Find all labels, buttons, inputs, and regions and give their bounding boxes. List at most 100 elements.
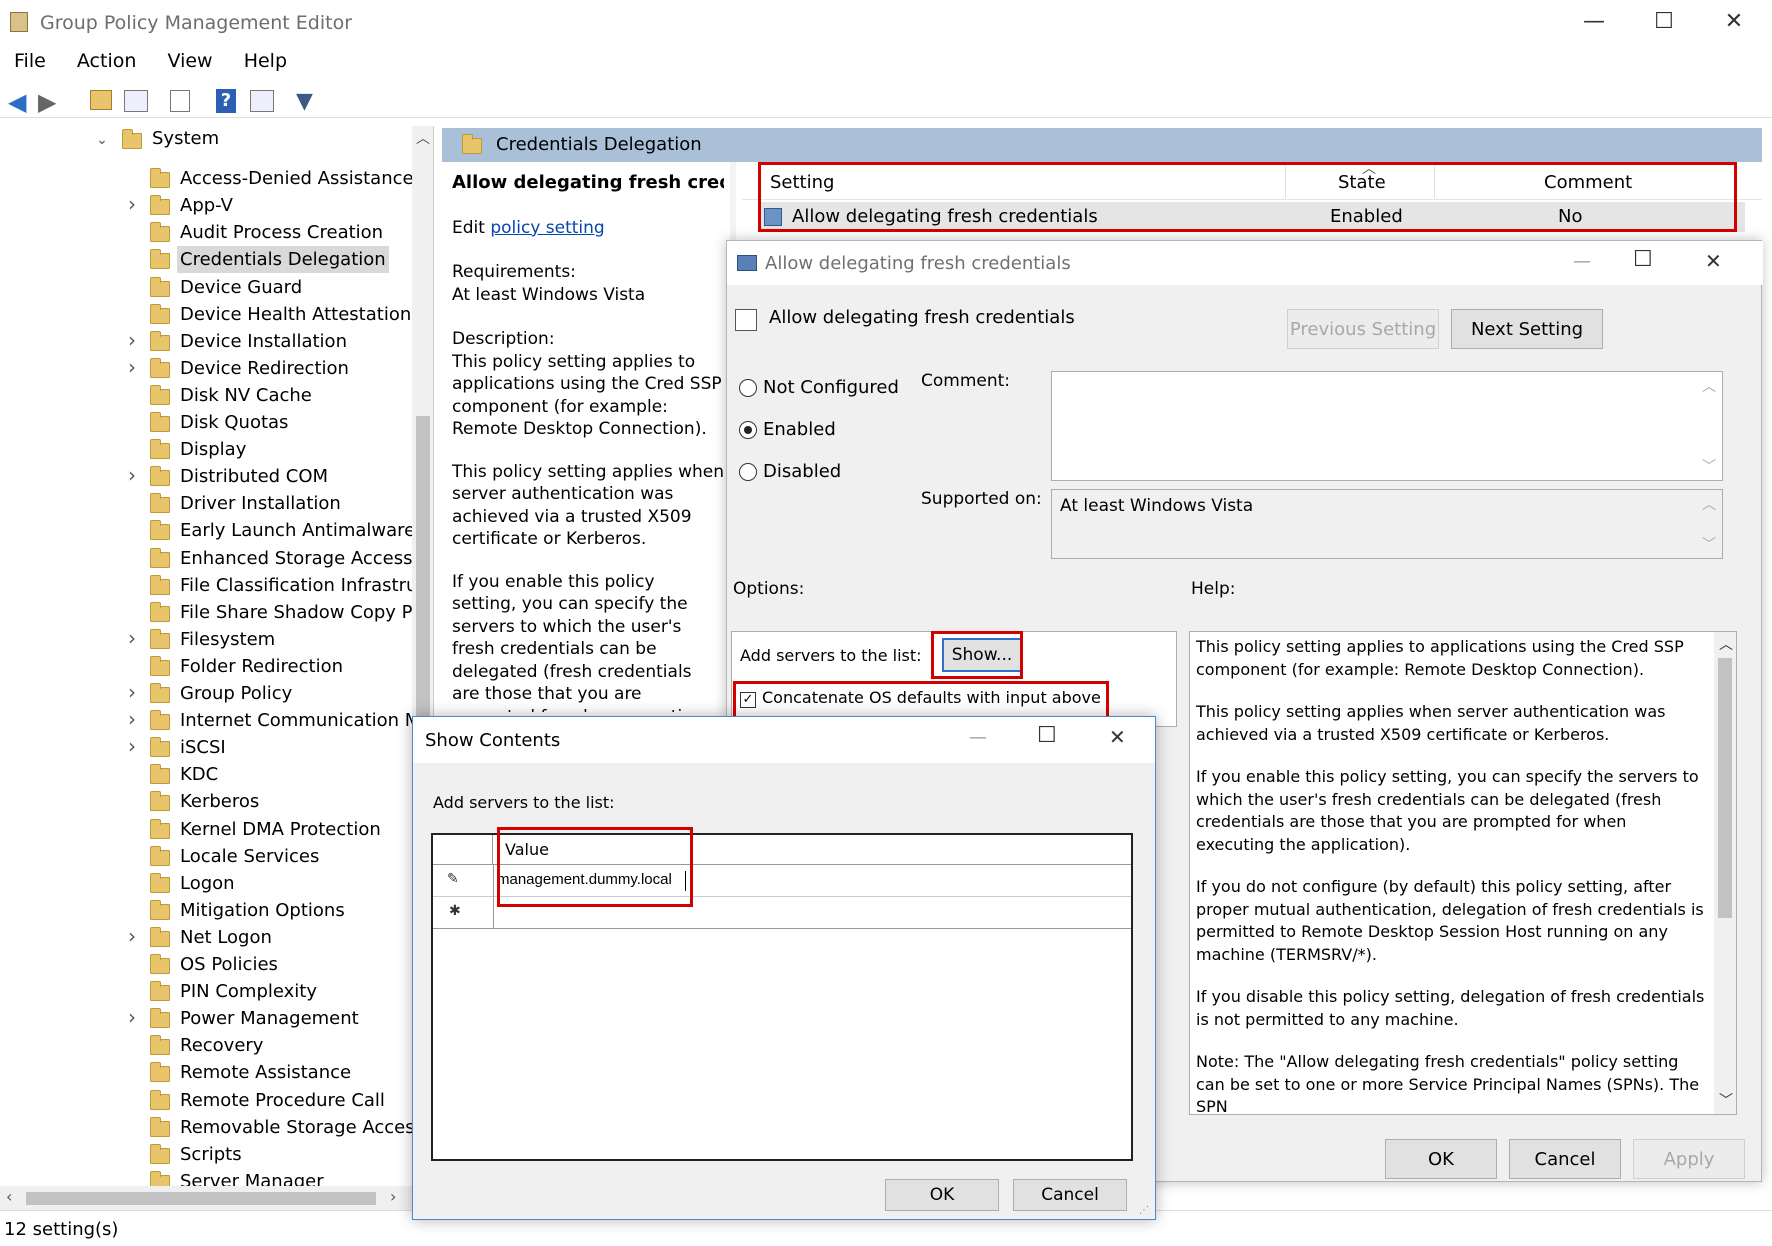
tree-item[interactable]: Recovery: [0, 1032, 410, 1059]
ok-button[interactable]: OK: [885, 1179, 999, 1211]
back-arrow-icon[interactable]: ◀: [8, 88, 26, 116]
scroll-up-icon[interactable]: ︿: [1719, 634, 1733, 657]
tree-root-row[interactable]: ⌄ System: [0, 126, 410, 153]
tree-item[interactable]: OS Policies: [0, 951, 410, 978]
tree-item[interactable]: › Power Management: [0, 1005, 410, 1032]
cancel-button[interactable]: Cancel: [1509, 1139, 1621, 1179]
value-cell[interactable]: management.dummy.local: [497, 871, 672, 888]
close-icon[interactable]: ✕: [1704, 2, 1764, 42]
policy-setting-link[interactable]: policy setting: [490, 218, 604, 238]
tree-item[interactable]: › Filesystem: [0, 626, 410, 653]
show-tree-icon[interactable]: [124, 90, 148, 112]
menu-action[interactable]: Action: [77, 50, 137, 72]
menu-view[interactable]: View: [168, 50, 213, 72]
close-icon[interactable]: ✕: [1109, 725, 1126, 749]
tree-item[interactable]: Disk Quotas: [0, 409, 410, 436]
tree-item[interactable]: › App-V: [0, 192, 410, 219]
chevron-right-icon[interactable]: ›: [124, 733, 140, 760]
chevron-right-icon[interactable]: ›: [124, 923, 140, 950]
tree-item[interactable]: Access-Denied Assistance: [0, 165, 414, 192]
col-header-state[interactable]: State: [1338, 172, 1386, 193]
chevron-right-icon[interactable]: ›: [124, 679, 140, 706]
tree-item[interactable]: › Internet Communication Ma: [0, 706, 431, 734]
tree-item[interactable]: › Group Policy: [0, 680, 410, 707]
minimize-icon[interactable]: —: [1573, 251, 1591, 272]
tree-item[interactable]: Remote Procedure Call: [0, 1087, 410, 1114]
tree-item[interactable]: Remote Assistance: [0, 1059, 410, 1086]
close-icon[interactable]: ✕: [1705, 249, 1722, 273]
tree-item[interactable]: Audit Process Creation: [0, 219, 410, 246]
concat-checkbox[interactable]: ✓: [740, 692, 756, 708]
comment-field[interactable]: ︿ ﹀: [1051, 371, 1723, 481]
help-scroll-thumb[interactable]: [1718, 658, 1732, 918]
tree-item[interactable]: Kernel DMA Protection: [0, 816, 410, 843]
radio-not-configured[interactable]: [739, 379, 757, 397]
radio-not-configured-label[interactable]: Not Configured: [763, 377, 899, 398]
export-list-icon[interactable]: [170, 90, 190, 112]
tree-item[interactable]: Logon: [0, 870, 410, 897]
chevron-right-icon[interactable]: ›: [124, 354, 140, 381]
tree-item[interactable]: KDC: [0, 761, 410, 788]
tree-item[interactable]: Locale Services: [0, 843, 410, 870]
concat-label[interactable]: Concatenate OS defaults with input above: [762, 688, 1101, 707]
apply-button[interactable]: Apply: [1633, 1139, 1745, 1179]
menu-help[interactable]: Help: [244, 50, 287, 72]
tree-item[interactable]: Driver Installation: [0, 490, 410, 517]
col-divider[interactable]: [1434, 166, 1435, 198]
forward-arrow-icon[interactable]: ▶: [38, 88, 56, 116]
radio-enabled[interactable]: [739, 421, 757, 439]
tree-item[interactable]: › Device Redirection: [0, 355, 410, 382]
tree-item[interactable]: File Share Shadow Copy Prov: [0, 599, 433, 626]
tree-item[interactable]: Scripts: [0, 1141, 410, 1168]
ok-button[interactable]: OK: [1385, 1139, 1497, 1179]
tree-item[interactable]: Folder Redirection: [0, 653, 410, 680]
scroll-up-icon[interactable]: ︿: [1702, 494, 1716, 514]
chevron-right-icon[interactable]: ›: [124, 191, 140, 218]
tree-item[interactable]: Device Guard: [0, 274, 410, 301]
chevron-right-icon[interactable]: ›: [124, 462, 140, 489]
cancel-button[interactable]: Cancel: [1013, 1179, 1127, 1211]
tree-item[interactable]: Mitigation Options: [0, 897, 410, 924]
tree-item[interactable]: Enhanced Storage Access: [0, 545, 413, 572]
tree-item[interactable]: › Device Installation: [0, 328, 410, 355]
chevron-right-icon[interactable]: ›: [124, 1004, 140, 1031]
tree-item[interactable]: PIN Complexity: [0, 978, 410, 1005]
radio-disabled-label[interactable]: Disabled: [763, 461, 841, 482]
tree-item[interactable]: Kerberos: [0, 788, 410, 815]
table-row[interactable]: ✱: [433, 897, 1131, 929]
minimize-icon[interactable]: —: [969, 727, 987, 748]
scroll-down-icon[interactable]: ﹀: [1702, 456, 1716, 476]
tree-item[interactable]: Device Health Attestation Ser: [0, 301, 433, 328]
table-row[interactable]: Allow delegating fresh credentials Enabl…: [760, 202, 1745, 232]
tree-item[interactable]: Credentials Delegation: [0, 246, 410, 274]
maximize-icon[interactable]: ☐: [1634, 2, 1694, 42]
chevron-right-icon[interactable]: ›: [124, 625, 140, 652]
tree-hscrollbar[interactable]: ‹ ›: [0, 1186, 412, 1210]
radio-enabled-label[interactable]: Enabled: [763, 419, 836, 440]
scroll-up-icon[interactable]: ︿: [416, 128, 430, 148]
col-header-value[interactable]: Value: [505, 840, 549, 859]
table-row[interactable]: ✎ management.dummy.local: [433, 865, 1131, 897]
scroll-down-icon[interactable]: ﹀: [1702, 534, 1716, 554]
tree-item[interactable]: Display: [0, 436, 410, 463]
help-icon[interactable]: ?: [216, 89, 236, 113]
tree-item[interactable]: › Net Logon: [0, 924, 410, 951]
show-button[interactable]: Show...: [942, 638, 1022, 672]
minimize-icon[interactable]: —: [1564, 2, 1624, 42]
scroll-down-icon[interactable]: ﹀: [1719, 1090, 1733, 1113]
radio-disabled[interactable]: [739, 463, 757, 481]
tree-hscroll-thumb[interactable]: [26, 1192, 376, 1205]
next-setting-button[interactable]: Next Setting: [1451, 309, 1603, 349]
chevron-right-icon[interactable]: ›: [124, 706, 140, 733]
resize-grip-icon[interactable]: ⋰: [1139, 1205, 1149, 1216]
help-vscrollbar[interactable]: ︿ ﹀: [1714, 632, 1736, 1114]
previous-setting-button[interactable]: Previous Setting: [1287, 309, 1439, 349]
col-header-comment[interactable]: Comment: [1544, 172, 1632, 193]
tree-item[interactable]: Disk NV Cache: [0, 382, 410, 409]
properties-icon[interactable]: [250, 90, 274, 112]
maximize-icon[interactable]: ☐: [1633, 247, 1653, 272]
scroll-right-icon[interactable]: ›: [390, 1187, 396, 1206]
col-divider[interactable]: [1285, 166, 1286, 198]
tree-item[interactable]: File Classification Infrastructu: [0, 572, 433, 599]
tree-item[interactable]: › Distributed COM: [0, 463, 410, 490]
